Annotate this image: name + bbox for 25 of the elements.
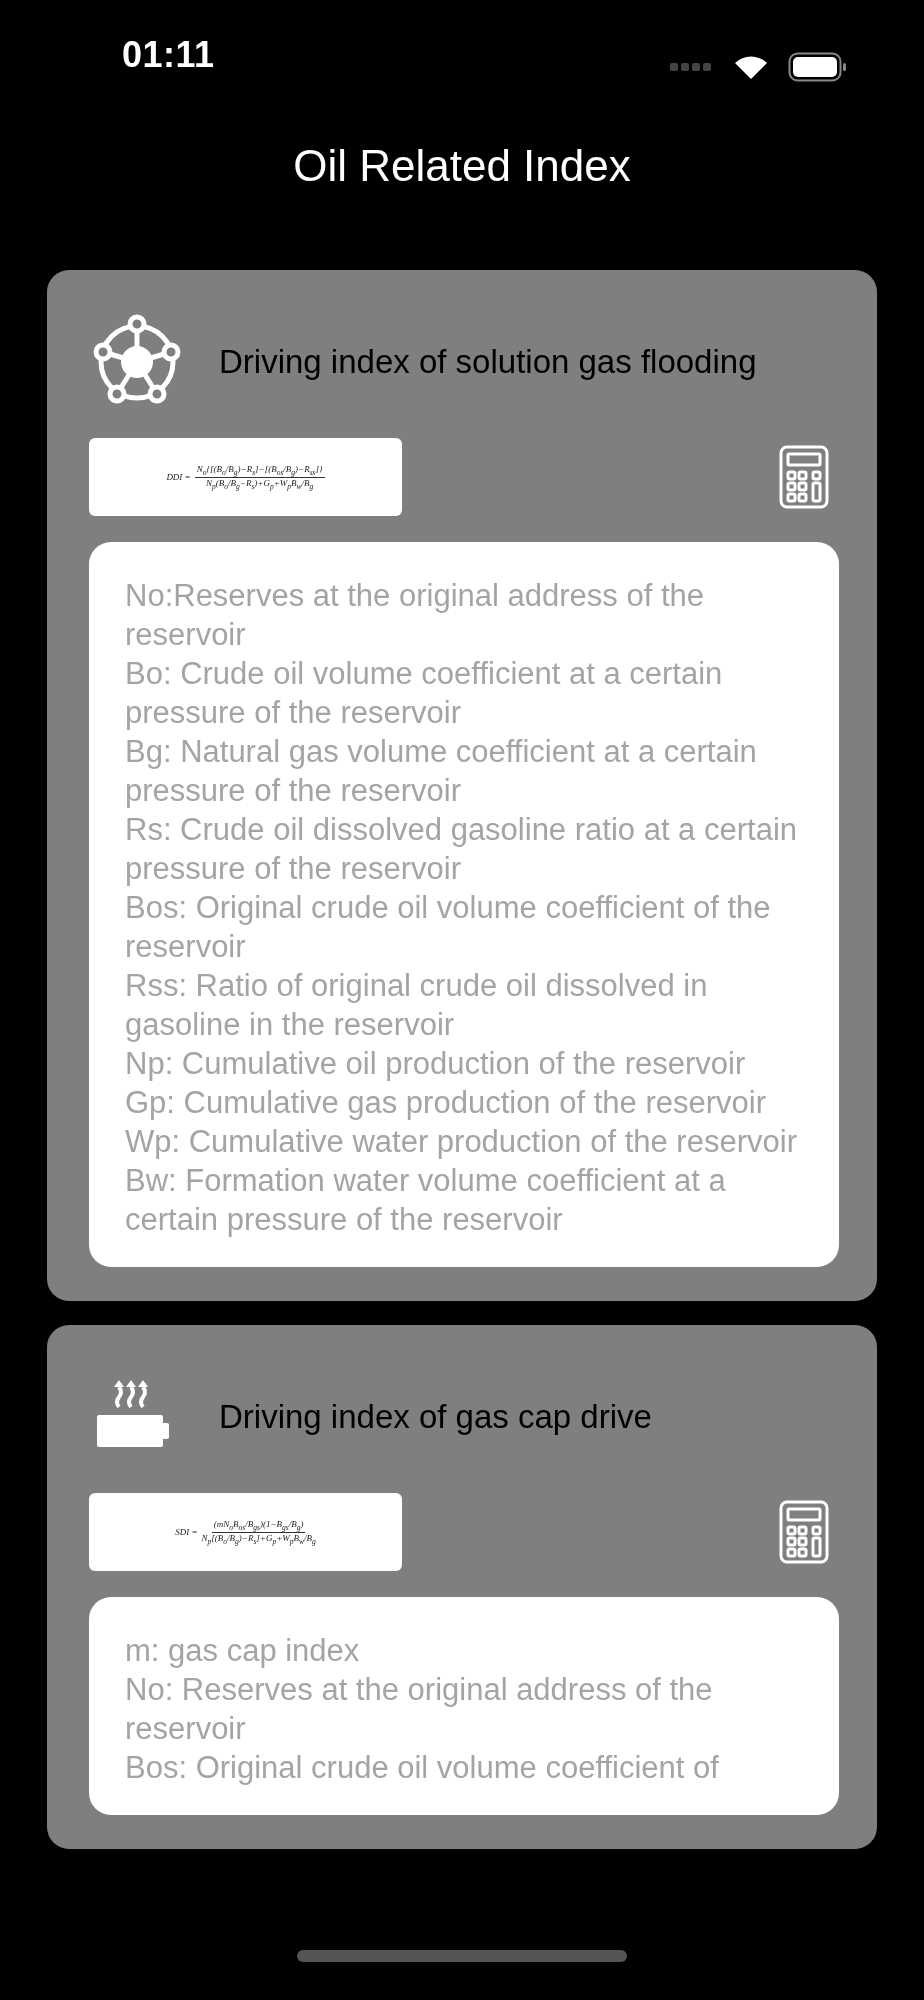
description-text: Np: Cumulative oil production of the reservoir	[125, 1045, 747, 1083]
description-text: Bos: Original crude oil volume coefficient of the reservoir	[125, 889, 772, 966]
description-text: Rss: Ratio of original crude oil dissolved in gasoline in the reservoir	[125, 967, 709, 1044]
page-title: Oil Related Index	[292, 140, 632, 192]
formula: DDI = N$_{o}${[(B$_{o}$/B$_{g}$)−R$_{s}$]−[(B$_{os}$/B$_{g}$)−R$_{ss}$]} N$_{p}$(B$_{o}$/B$_{g}$−R$_{s}$)+G$_{p}$+W$_{p}$B$_{w}$/B$_{g}$	[89, 438, 402, 516]
calculator-icon[interactable]	[779, 445, 829, 509]
description-text: Gp: Cumulative gas production of the reservoir	[125, 1084, 767, 1122]
wifi-icon	[734, 54, 768, 80]
card-title: Driving index of solution gas flooding	[219, 343, 757, 381]
calculator-icon[interactable]	[779, 1500, 829, 1564]
description-text: Wp: Cumulative water production of the reservoir	[125, 1123, 798, 1161]
battery-icon	[788, 52, 848, 82]
card-title: Driving index of gas cap drive	[219, 1398, 652, 1436]
formula: SDI = (mN$_{o}$B$_{os}$/B$_{gs}$)(1−B$_{gs}$/B$_{g}$) N$_{p}$[(B$_{o}$/B$_{g}$)−R$_{s}$]+G$_{p}$+W$_{p}$B$_{w}$/B$_{g}$	[89, 1493, 402, 1571]
description-text: Bo: Crude oil volume coefficient at a certain pressure of the reservoir	[125, 655, 724, 732]
description-text: Rs: Crude oil dissolved gasoline ratio at a certain pressure of the reservoir	[125, 811, 798, 888]
signal-icon	[670, 62, 714, 72]
description-text: Bw: Formation water volume coefficient at a	[125, 1162, 727, 1200]
description-text: m: gas cap index	[125, 1632, 361, 1670]
description-text: No:Reserves at the original address of the reservoir	[125, 577, 705, 654]
status-time: 01:11	[122, 34, 215, 76]
description-text: Bos: Original crude oil volume coefficient of	[125, 1749, 720, 1787]
description-text: No: Reserves at the original address of the reservoir	[125, 1671, 714, 1748]
description-text: Bg: Natural gas volume coefficient at a certain pressure of the reservoir	[125, 733, 758, 810]
description-text: certain pressure of the reservoir	[125, 1201, 564, 1239]
